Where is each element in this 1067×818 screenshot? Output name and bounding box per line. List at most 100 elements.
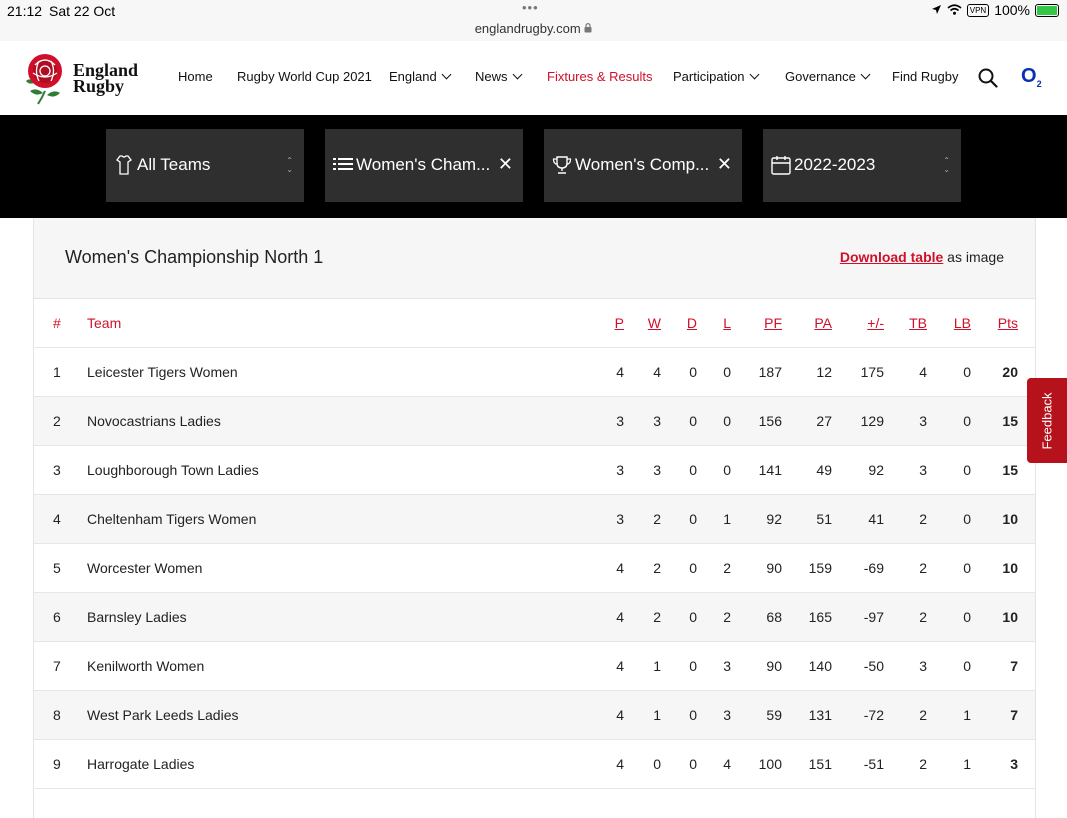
team-name[interactable]: Loughborough Town Ladies — [87, 462, 347, 478]
address-bar[interactable]: englandrugby.com — [0, 21, 1067, 36]
col-points-for-cell: 156 — [758, 413, 782, 429]
team-name[interactable]: West Park Leeds Ladies — [87, 707, 347, 723]
col-losing-bonus-header[interactable]: LB — [946, 315, 971, 331]
nav-governance[interactable]: Governance — [785, 69, 871, 84]
col-drawn-cell: 0 — [689, 609, 697, 625]
col-points-against-cell: 12 — [816, 364, 832, 380]
col-try-bonus-header[interactable]: TB — [902, 315, 927, 331]
col-rank-cell: 8 — [53, 707, 61, 723]
download-area: Download table as image — [840, 249, 1004, 265]
vpn-badge: VPN — [966, 3, 990, 17]
download-suffix: as image — [943, 249, 1004, 265]
col-points-diff-cell: 129 — [860, 413, 884, 429]
team-name[interactable]: Harrogate Ladies — [87, 756, 347, 772]
season-filter[interactable]: 2022-2023 ⌃ ⌄ — [763, 129, 961, 202]
col-losing-bonus-cell: 0 — [963, 413, 971, 429]
team-name[interactable]: Worcester Women — [87, 560, 347, 576]
col-try-bonus-cell: 3 — [919, 658, 927, 674]
col-played-cell: 3 — [616, 511, 624, 527]
team-name[interactable]: Leicester Tigers Women — [87, 364, 347, 380]
season-filter-label: 2022-2023 — [794, 155, 876, 174]
clear-competition-close-icon[interactable]: ✕ — [717, 154, 732, 175]
o2-sponsor-logo[interactable]: O2 — [1021, 65, 1042, 89]
clear-division-close-icon[interactable]: ✕ — [498, 154, 513, 175]
col-drawn-cell: 0 — [689, 511, 697, 527]
nav-governance-label: Governance — [785, 69, 856, 84]
col-team-header: Team — [87, 315, 122, 331]
col-rank-header: # — [53, 315, 61, 331]
col-rank-cell: 4 — [53, 511, 61, 527]
nav-news[interactable]: News — [475, 69, 522, 84]
main-nav: Home Rugby World Cup 2021 England News F… — [0, 41, 1067, 115]
col-played-cell: 4 — [616, 658, 624, 674]
col-points-diff-header[interactable]: +/- — [849, 315, 884, 331]
col-lost-header[interactable]: L — [711, 315, 731, 331]
col-total-points-cell: 7 — [1010, 658, 1018, 674]
table-column-headers: # Team P W D L PF PA +/- TB LB Pts — [34, 299, 1035, 348]
col-points-against-cell: 131 — [808, 707, 832, 723]
col-played-cell: 3 — [616, 462, 624, 478]
col-drawn-header[interactable]: D — [677, 315, 697, 331]
col-won-header[interactable]: W — [641, 315, 661, 331]
status-date: Sat 22 Oct — [49, 3, 116, 19]
search-icon[interactable] — [978, 68, 998, 93]
col-points-diff-cell: -97 — [863, 609, 884, 625]
col-points-for-cell: 90 — [766, 658, 782, 674]
col-points-diff-cell: -50 — [863, 658, 884, 674]
col-points-against-cell: 165 — [808, 609, 832, 625]
trophy-icon — [552, 155, 572, 180]
nav-find-rugby[interactable]: Find Rugby — [892, 69, 958, 84]
col-points-diff-cell: 41 — [868, 511, 884, 527]
nav-home[interactable]: Home — [178, 69, 213, 84]
col-drawn-cell: 0 — [689, 658, 697, 674]
competition-filter[interactable]: Women's Comp... ✕ — [544, 129, 742, 202]
team-name[interactable]: Cheltenham Tigers Women — [87, 511, 347, 527]
team-name[interactable]: Barnsley Ladies — [87, 609, 347, 625]
more-dots-icon[interactable]: ••• — [522, 0, 539, 15]
col-points-diff-cell: -72 — [863, 707, 884, 723]
table-row: 4 Cheltenham Tigers Women 3 2 0 1 92 51 41 2 0 10 — [34, 495, 1035, 544]
division-filter[interactable]: Women's Cham... ✕ — [325, 129, 523, 202]
col-rank-cell: 1 — [53, 364, 61, 380]
col-points-against-header[interactable]: PA — [796, 315, 832, 331]
col-losing-bonus-cell: 1 — [963, 707, 971, 723]
col-won-cell: 2 — [653, 511, 661, 527]
feedback-tab[interactable]: Feedback — [1027, 378, 1067, 463]
teams-filter[interactable]: All Teams ⌃ ⌄ — [106, 129, 304, 202]
team-name[interactable]: Novocastrians Ladies — [87, 413, 347, 429]
col-try-bonus-cell: 3 — [919, 462, 927, 478]
col-points-for-cell: 92 — [766, 511, 782, 527]
chevron-down-icon — [441, 69, 452, 80]
calendar-icon — [771, 155, 791, 180]
col-won-cell: 3 — [653, 413, 661, 429]
nav-fixtures-results[interactable]: Fixtures & Results — [547, 69, 652, 84]
nav-participation-label: Participation — [673, 69, 745, 84]
col-played-header[interactable]: P — [604, 315, 624, 331]
col-rank-cell: 2 — [53, 413, 61, 429]
download-table-link[interactable]: Download table — [840, 249, 943, 265]
table-row: 8 West Park Leeds Ladies 4 1 0 3 59 131 -72 2 1 7 — [34, 691, 1035, 740]
nav-participation[interactable]: Participation — [673, 69, 759, 84]
table-row: 7 Kenilworth Women 4 1 0 3 90 140 -50 3 0 7 — [34, 642, 1035, 691]
col-points-against-cell: 159 — [808, 560, 832, 576]
col-losing-bonus-cell: 0 — [963, 609, 971, 625]
col-total-points-header[interactable]: Pts — [988, 315, 1018, 331]
col-won-cell: 1 — [653, 658, 661, 674]
url-text: englandrugby.com — [474, 21, 581, 36]
col-try-bonus-cell: 3 — [919, 413, 927, 429]
col-points-for-header[interactable]: PF — [746, 315, 782, 331]
col-points-diff-cell: -69 — [863, 560, 884, 576]
nav-rugby-world-cup-2021[interactable]: Rugby World Cup 2021 — [237, 69, 372, 84]
col-won-cell: 0 — [653, 756, 661, 772]
col-rank-cell: 3 — [53, 462, 61, 478]
team-name[interactable]: Kenilworth Women — [87, 658, 347, 674]
col-try-bonus-cell: 2 — [919, 756, 927, 772]
nav-england[interactable]: England — [389, 69, 452, 84]
col-played-cell: 4 — [616, 560, 624, 576]
col-drawn-cell: 0 — [689, 364, 697, 380]
shirt-icon — [116, 155, 132, 180]
col-points-diff-cell: -51 — [863, 756, 884, 772]
battery-percent: 100% — [994, 2, 1030, 18]
battery-icon — [1035, 3, 1059, 17]
table-title: Women's Championship North 1 — [65, 247, 324, 267]
